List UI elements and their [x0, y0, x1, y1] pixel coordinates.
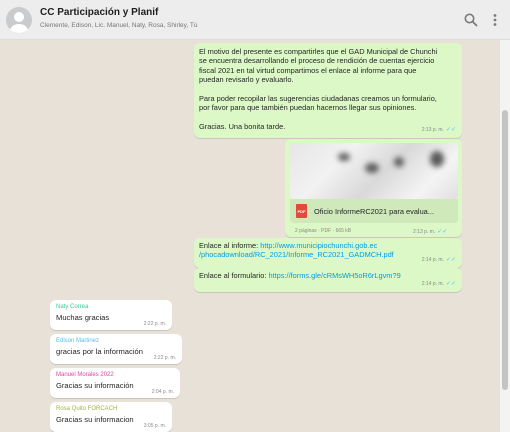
message-text: El motivo del presente es compartirles q…: [199, 47, 438, 132]
document-preview-image[interactable]: [290, 143, 458, 199]
preview-blur: [365, 163, 379, 173]
scrollbar-thumb[interactable]: [502, 110, 508, 390]
message-meta: 2:13 p. m. ✓✓: [422, 126, 456, 135]
message-meta: 2:13 p. m. ✓✓: [413, 228, 447, 235]
document-bar[interactable]: PDF Oficio InformeRC2021 para evalua...: [290, 199, 458, 223]
message-meta: 2:14 p. m. ✓✓: [422, 256, 456, 265]
preview-blur: [338, 153, 350, 161]
outgoing-message[interactable]: Enlace al informe: http://www.municipioc…: [194, 238, 462, 268]
preview-blur: [394, 157, 404, 167]
message-time: 2:14 p. m.: [421, 280, 444, 287]
avatar-head: [14, 12, 24, 22]
message-text: Enlace al informe: http://www.municipioc…: [199, 241, 457, 260]
preview-blur: [430, 151, 444, 167]
sender-name[interactable]: Rosa Quito FORCACH: [56, 406, 166, 412]
document-info: 2 páginas · PDF · 665 kB: [295, 228, 352, 234]
pdf-icon: PDF: [296, 204, 307, 218]
sender-name[interactable]: Naty Correa: [56, 304, 166, 310]
form-link[interactable]: https://forms.gle/cRMsWH5oR6rLgvm?9: [268, 271, 400, 280]
double-check-icon: ✓✓: [445, 256, 456, 263]
search-icon[interactable]: [463, 12, 479, 28]
incoming-message[interactable]: Manuel Morales 2022 Gracias su informaci…: [50, 368, 180, 398]
message-meta: 2:14 p. m. ✓✓: [422, 280, 456, 289]
double-check-icon: ✓✓: [437, 229, 448, 235]
incoming-message[interactable]: Naty Correa Muchas gracias 2:22 p. m.: [50, 300, 172, 330]
chat-title[interactable]: CC Participación y Planif: [40, 7, 158, 18]
link-label: Enlace al formulario:: [199, 271, 267, 280]
message-time: 2:13 p. m.: [421, 126, 444, 133]
incoming-message[interactable]: Edison Martinez gracias por la informaci…: [50, 334, 182, 364]
link-label: Enlace al informe:: [199, 241, 259, 250]
message-time: 3:05 p. m.: [143, 423, 166, 429]
message-time: 2:22 p. m.: [153, 355, 176, 361]
message-time: 2:14 p. m.: [421, 256, 444, 263]
outgoing-message[interactable]: El motivo del presente es compartirles q…: [194, 43, 462, 138]
group-avatar[interactable]: [6, 7, 32, 33]
double-check-icon: ✓✓: [445, 280, 456, 287]
document-name[interactable]: Oficio InformeRC2021 para evalua...: [314, 207, 434, 216]
message-time: 2:04 p. m.: [151, 389, 174, 395]
outgoing-message[interactable]: Enlace al formulario: https://forms.gle/…: [194, 268, 462, 292]
chat-header[interactable]: CC Participación y Planif Clemente, Edis…: [0, 0, 510, 40]
message-time: 2:13 p. m.: [413, 229, 436, 235]
avatar-body: [10, 24, 28, 33]
incoming-message[interactable]: Rosa Quito FORCACH Gracias su informacio…: [50, 402, 172, 432]
menu-icon[interactable]: [487, 12, 503, 28]
message-text: Enlace al formulario: https://forms.gle/…: [199, 271, 457, 280]
sender-name[interactable]: Manuel Morales 2022: [56, 372, 174, 378]
message-time: 2:22 p. m.: [143, 321, 166, 327]
sender-name[interactable]: Edison Martinez: [56, 338, 176, 344]
double-check-icon: ✓✓: [445, 126, 456, 133]
participants-list: Clemente, Edison, Lic. Manuel, Naty, Ros…: [40, 22, 198, 29]
